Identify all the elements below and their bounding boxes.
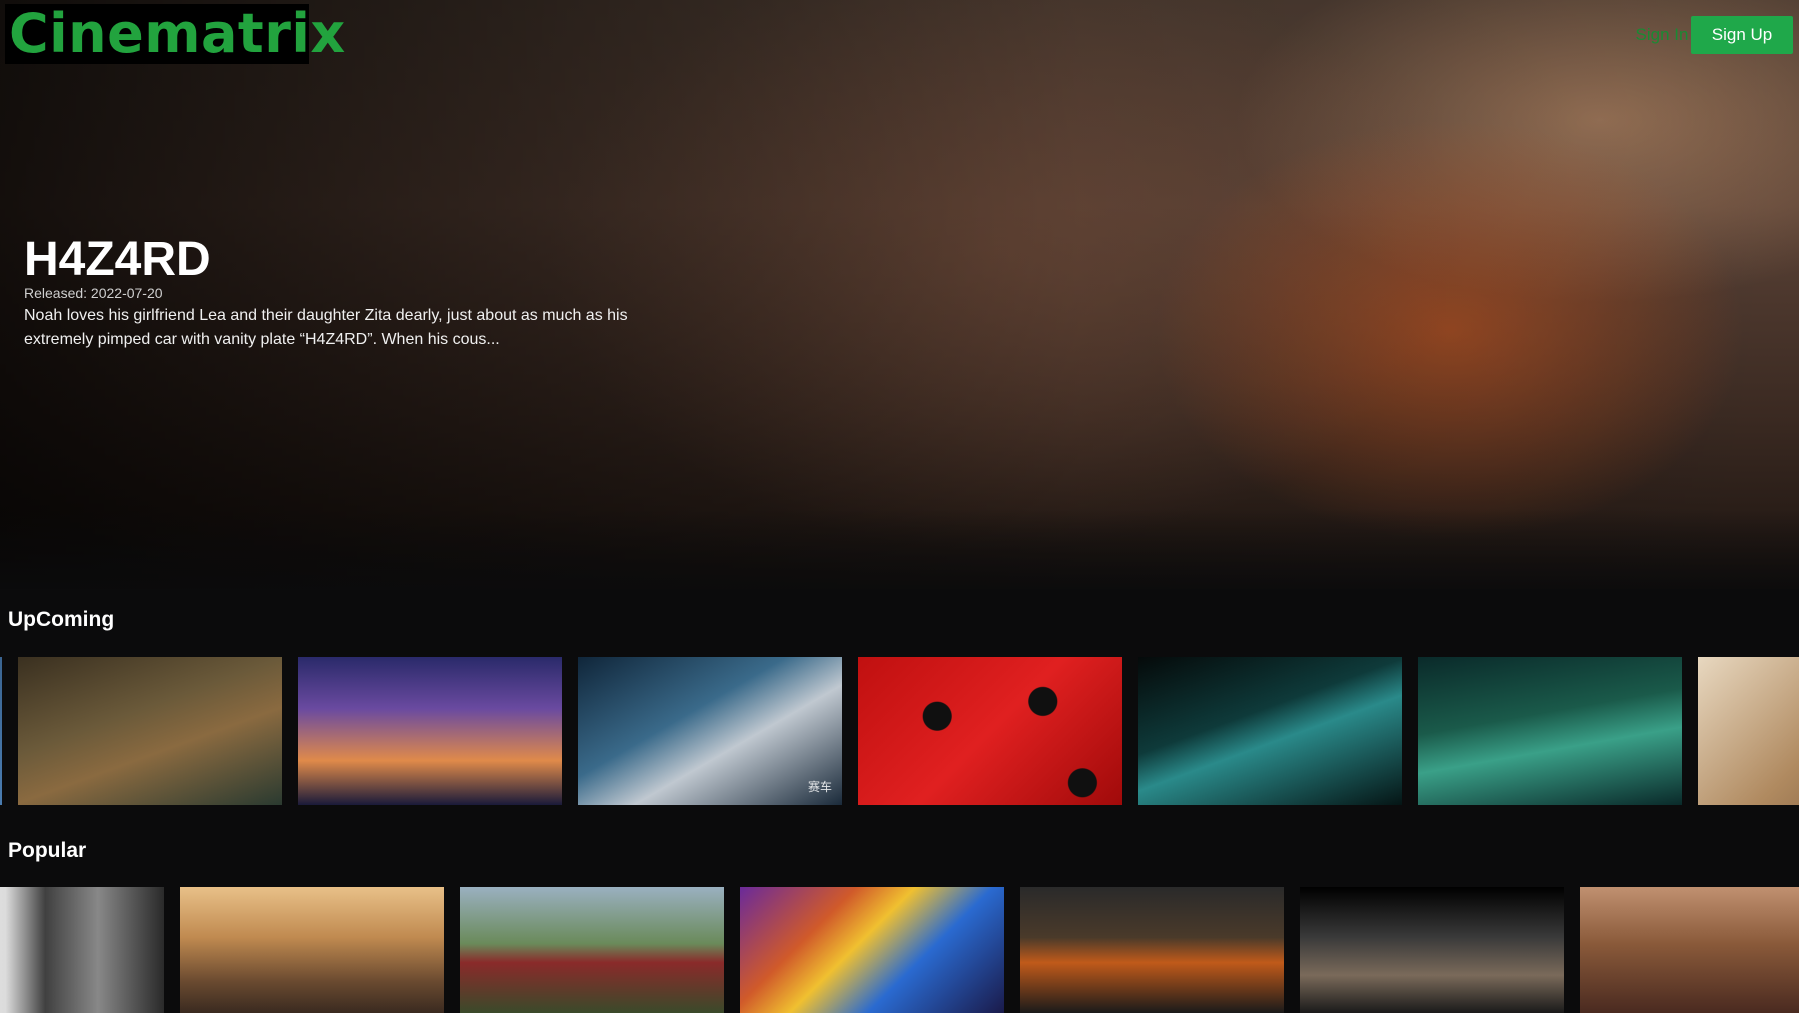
row-title-popular: Popular bbox=[8, 839, 87, 862]
card-label: 赛车 bbox=[807, 780, 832, 794]
popular-card-3[interactable] bbox=[740, 887, 1004, 1013]
upcoming-card-7[interactable] bbox=[1698, 657, 1799, 805]
popular-card-1[interactable] bbox=[180, 887, 444, 1013]
popular-card-2[interactable] bbox=[460, 887, 724, 1013]
upcoming-row[interactable]: 赛车 bbox=[0, 657, 1799, 805]
upcoming-card-6[interactable] bbox=[1418, 657, 1682, 805]
popular-row[interactable] bbox=[0, 887, 1799, 1013]
hero-title: H4Z4RD bbox=[24, 233, 211, 286]
hero-bottom-fade bbox=[0, 509, 1799, 589]
hero-description: Noah loves his girlfriend Lea and their … bbox=[24, 307, 628, 348]
hero-shade bbox=[0, 0, 1799, 589]
upcoming-card-1[interactable] bbox=[18, 657, 282, 805]
sign-in-link[interactable]: Sign In bbox=[1622, 16, 1702, 54]
hero-banner bbox=[0, 0, 1799, 589]
app-logo[interactable]: Cinematrix bbox=[5, 4, 345, 64]
upcoming-card-3[interactable]: 赛车 bbox=[578, 657, 842, 805]
popular-card-0[interactable] bbox=[0, 887, 164, 1013]
upcoming-card-4[interactable] bbox=[858, 657, 1122, 805]
popular-card-5[interactable] bbox=[1300, 887, 1564, 1013]
sign-up-button[interactable]: Sign Up bbox=[1691, 16, 1793, 54]
upcoming-card-5[interactable] bbox=[1138, 657, 1402, 805]
row-title-upcoming: UpComing bbox=[8, 608, 115, 631]
upcoming-card-2[interactable] bbox=[298, 657, 562, 805]
popular-card-6[interactable] bbox=[1580, 887, 1799, 1013]
upcoming-card-0[interactable] bbox=[0, 657, 2, 805]
hero-release-date: Released: 2022-07-20 bbox=[24, 285, 163, 301]
popular-card-4[interactable] bbox=[1020, 887, 1284, 1013]
